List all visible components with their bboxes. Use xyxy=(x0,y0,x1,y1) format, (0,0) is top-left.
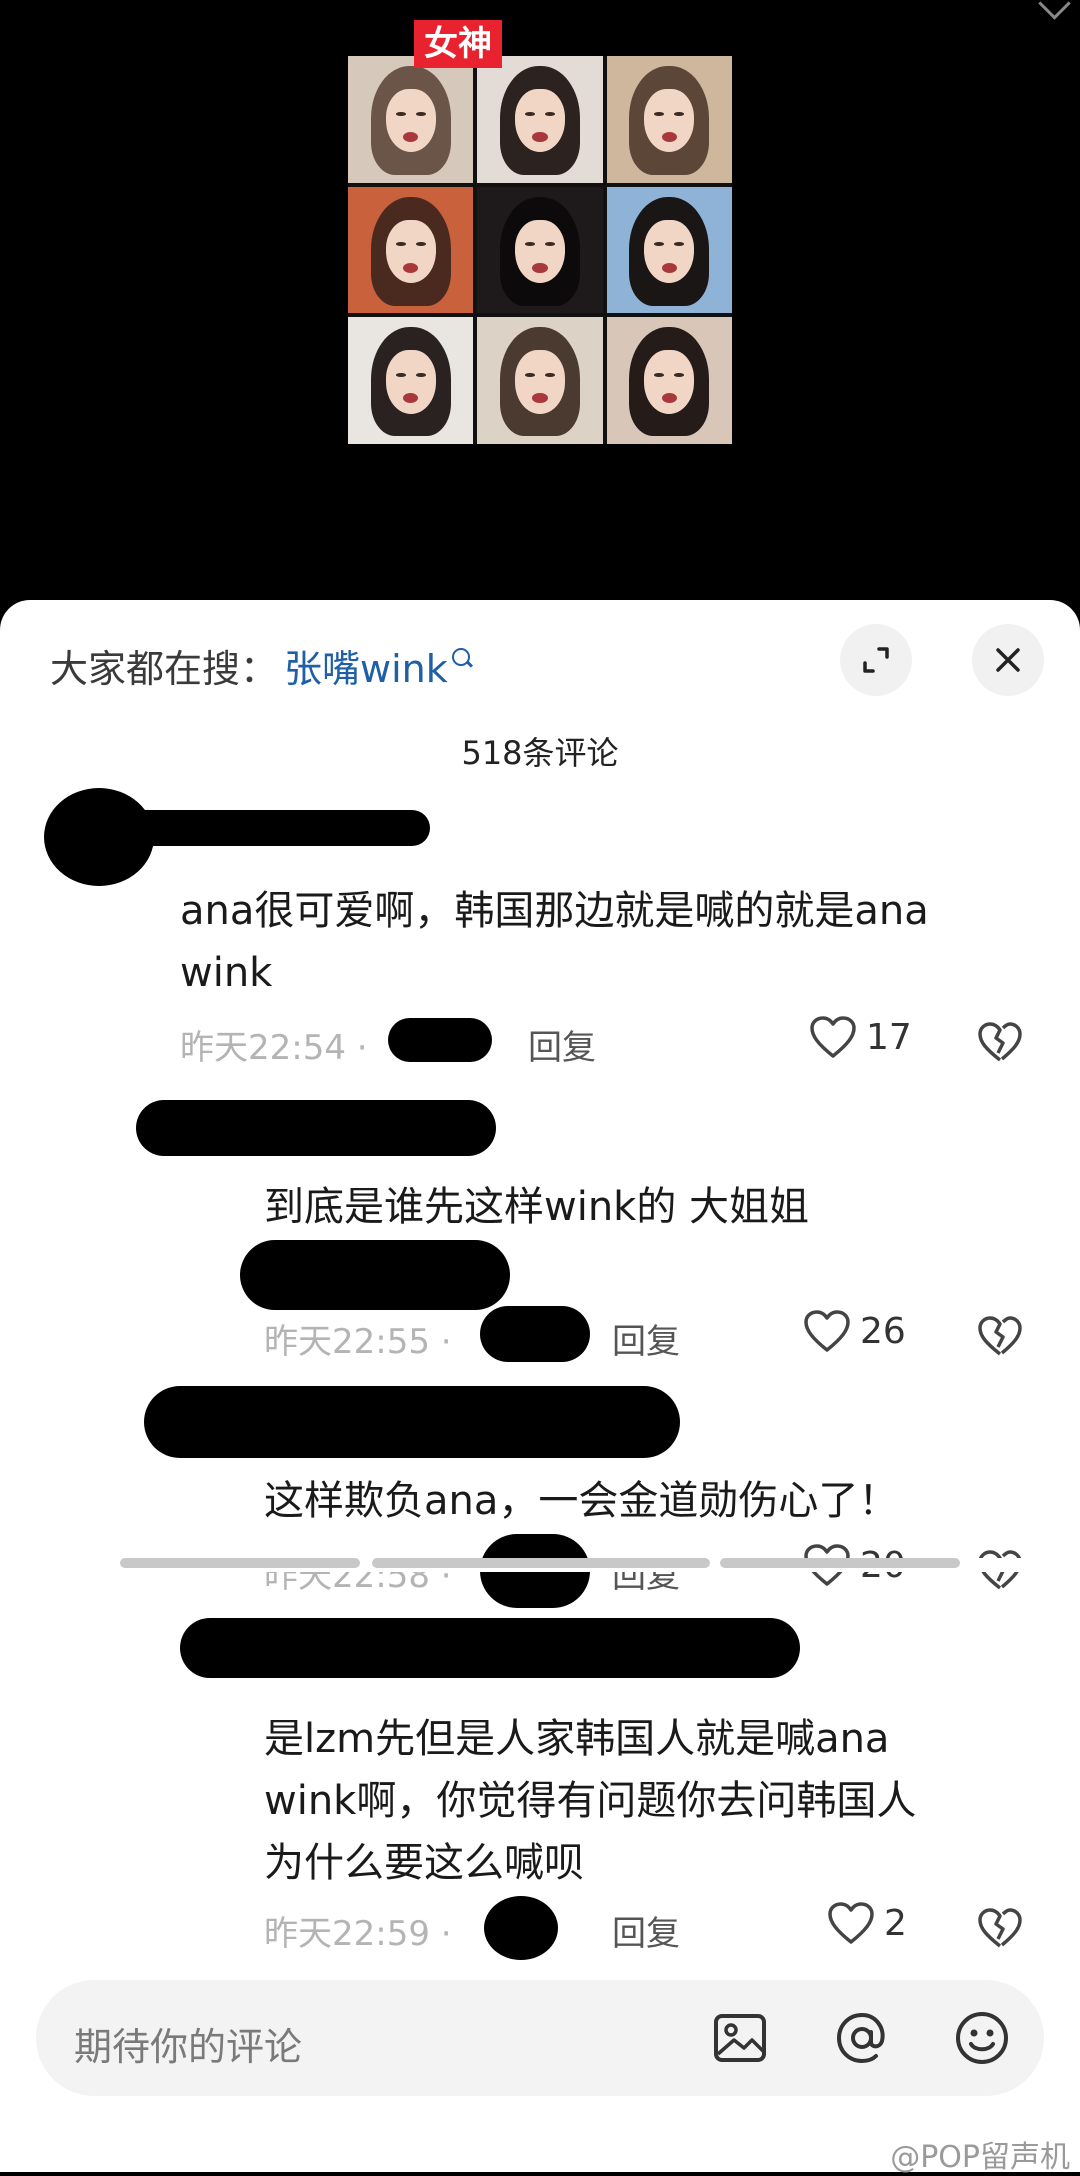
comment-line: 是lzm先但是人家韩国人就是喊ana xyxy=(264,1716,890,1762)
video-thumbnail-grid xyxy=(348,56,732,444)
thumbnail-tile xyxy=(606,186,732,314)
like-count: 26 xyxy=(860,1310,906,1352)
like-button[interactable]: 17 xyxy=(808,1014,912,1060)
like-button[interactable]: 26 xyxy=(802,1308,906,1354)
comment-text: ana很可爱啊，韩国那边就是喊的就是ana wink xyxy=(180,880,929,1004)
close-button[interactable] xyxy=(972,624,1044,696)
expand-button[interactable] xyxy=(840,624,912,696)
comment-time: 昨天22:55 · xyxy=(264,1322,452,1362)
reply-button[interactable]: 回复 xyxy=(612,1906,680,1955)
comment-sheet: 大家都在搜： 张嘴wink 518条评论 ana很可爱啊，韩国那边就是喊的就是an… xyxy=(0,600,1080,2175)
redacted-username xyxy=(180,1618,800,1678)
reply-button[interactable]: 回复 xyxy=(612,1314,680,1363)
thumbnail-tile xyxy=(606,317,732,444)
redacted-username xyxy=(136,1100,496,1156)
redacted-text xyxy=(240,1240,510,1310)
comment-time: 昨天22:54 · xyxy=(180,1028,368,1068)
redacted-location xyxy=(484,1896,558,1960)
comment-line: 这样欺负ana，一会金道勋伤心了！ xyxy=(264,1478,899,1524)
comment-time: 昨天22:58 · xyxy=(264,1556,452,1596)
thumbnail-tile xyxy=(477,186,603,314)
comment-placeholder: 期待你的评论 xyxy=(74,2025,303,2069)
like-count: 17 xyxy=(866,1016,912,1058)
comment-line: 到底是谁先这样wink的 大姐姐 xyxy=(264,1184,810,1230)
comment-line: wink啊，你觉得有问题你去问韩国人 xyxy=(264,1778,917,1824)
thumbnail-tile xyxy=(348,186,474,314)
comment-input[interactable]: 期待你的评论 xyxy=(36,1980,1044,2096)
search-suggestion[interactable]: 大家都在搜： 张嘴wink xyxy=(50,638,470,693)
heart-icon xyxy=(810,1016,856,1058)
corner-chevron-icon xyxy=(1038,0,1071,20)
broken-heart-icon[interactable] xyxy=(976,1906,1024,1950)
comment-count: 518条评论 xyxy=(461,734,619,772)
close-icon xyxy=(996,648,1020,672)
comment-line: ana很可爱啊，韩国那边就是喊的就是ana xyxy=(180,888,929,934)
search-keyword[interactable]: 张嘴wink xyxy=(284,647,448,691)
redacted-username xyxy=(144,1386,680,1458)
thumbnail-tag: 女神 xyxy=(414,20,502,68)
reply-button[interactable]: 回复 xyxy=(528,1020,596,1069)
redacted-location xyxy=(388,1018,492,1062)
at-icon[interactable] xyxy=(832,2008,892,2068)
heart-icon xyxy=(804,1310,850,1352)
redacted-username xyxy=(120,810,430,846)
reply-button[interactable]: 回复 xyxy=(612,1548,680,1597)
watermark: @POP留声机 xyxy=(890,2140,1070,2175)
thumbnail-tile xyxy=(477,317,603,444)
comment-line: 为什么要这么喊呗 xyxy=(264,1840,584,1886)
image-icon[interactable] xyxy=(710,2008,770,2068)
heart-icon xyxy=(828,1902,874,1944)
thumbnail-tile xyxy=(348,317,474,444)
thumbnail-tile xyxy=(606,56,732,183)
comment-text: 这样欺负ana，一会金道勋伤心了！ xyxy=(264,1470,898,1532)
thumbnail-tile xyxy=(477,56,603,183)
expand-icon xyxy=(863,647,889,673)
like-count: 2 xyxy=(884,1902,907,1944)
comment-line: wink xyxy=(180,950,273,996)
redacted-location xyxy=(480,1306,590,1362)
search-icon xyxy=(451,648,470,666)
broken-heart-icon[interactable] xyxy=(976,1020,1024,1064)
gesture-bar xyxy=(0,1558,1080,1572)
search-hint-prefix: 大家都在搜： xyxy=(50,647,279,691)
like-button[interactable]: 2 xyxy=(826,1900,907,1946)
comment-text: 到底是谁先这样wink的 大姐姐 xyxy=(264,1176,809,1238)
broken-heart-icon[interactable] xyxy=(976,1314,1024,1358)
video-area[interactable]: 女神 xyxy=(0,0,1080,600)
emoji-icon[interactable] xyxy=(952,2008,1012,2068)
comment-text: 是lzm先但是人家韩国人就是喊ana wink啊，你觉得有问题你去问韩国人 为什… xyxy=(264,1708,916,1894)
comment-time: 昨天22:59 · xyxy=(264,1914,452,1954)
thumbnail-tile xyxy=(348,56,474,183)
